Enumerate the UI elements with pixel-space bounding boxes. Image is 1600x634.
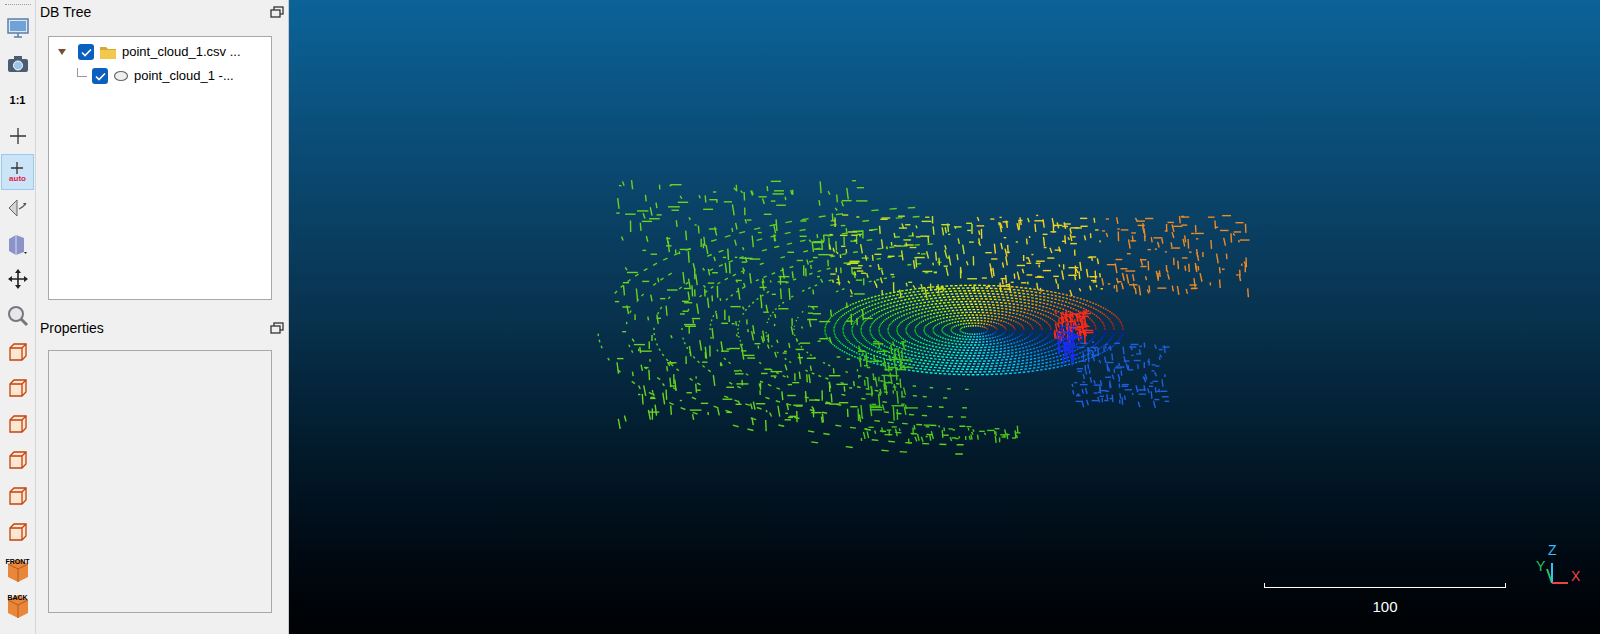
box-button[interactable] [1, 334, 34, 370]
back-view-icon: BACK [5, 590, 31, 618]
float-icon[interactable] [270, 322, 284, 334]
rotate-icon [6, 196, 30, 220]
float-icon[interactable] [270, 6, 284, 18]
box-button[interactable] [1, 514, 34, 550]
tree-branch-line [77, 68, 87, 77]
view-box-icon [6, 340, 30, 364]
visibility-checkbox[interactable] [92, 68, 108, 84]
toolbar-handle [5, 4, 31, 6]
folder-icon [99, 44, 117, 60]
properties-panel [48, 350, 272, 613]
view-box-icon [6, 448, 30, 472]
expanded-arrow-icon[interactable] [57, 47, 67, 57]
3d-view[interactable]: 100 YZX [289, 0, 1600, 634]
box-button[interactable] [1, 442, 34, 478]
cloud-icon [113, 70, 129, 82]
scale-bar: 100 [1264, 583, 1506, 619]
db-tree-header: DB Tree [36, 0, 288, 24]
zoom-button[interactable] [1, 298, 34, 334]
view-box-icon [6, 376, 30, 400]
front-view-icon: FRONT [5, 554, 31, 582]
camera-button[interactable] [1, 46, 34, 82]
camera-icon [6, 52, 30, 76]
move-button[interactable] [1, 262, 34, 298]
auto-button[interactable]: auto [1, 154, 34, 190]
visibility-checkbox[interactable] [78, 44, 94, 60]
tree-item[interactable]: point_cloud_1.csv ... [49, 40, 271, 64]
auto-pivot-icon: auto [9, 161, 26, 183]
rotate-button[interactable] [1, 190, 34, 226]
box-button[interactable] [1, 406, 34, 442]
back-button[interactable]: BACK [1, 586, 34, 622]
cloudcompare-window: 1:1 auto FRONT BACK DB Tree point_cloud_1.csv… [0, 0, 1600, 634]
display-icon [6, 16, 30, 40]
point-cloud-render[interactable] [289, 0, 1600, 634]
move-icon [6, 268, 30, 292]
side-panels: DB Treepoint_cloud_1.csv ...point_cloud_… [36, 0, 289, 634]
scale-bar-label: 100 [1372, 596, 1397, 619]
db-tree: point_cloud_1.csv ... point_cloud_1 -... [48, 36, 272, 300]
axis-label: X [1571, 569, 1580, 583]
cube-button[interactable] [1, 226, 34, 262]
cube-icon [6, 232, 30, 256]
view-box-icon [6, 484, 30, 508]
properties-header: Properties [36, 316, 288, 340]
box-button[interactable] [1, 370, 34, 406]
axes-gizmo: YZX [1534, 555, 1590, 591]
text-button[interactable]: 1:1 [1, 82, 34, 118]
tree-item-label: point_cloud_1 -... [134, 66, 234, 86]
box-button[interactable] [1, 478, 34, 514]
left-toolbar: 1:1 auto FRONT BACK [0, 0, 36, 634]
axis-label: Y [1536, 559, 1545, 573]
view-box-icon [6, 412, 30, 436]
front-button[interactable]: FRONT [1, 550, 34, 586]
tree-item-label: point_cloud_1.csv ... [122, 42, 241, 62]
zoom-icon [6, 304, 30, 328]
crosshair-icon [6, 124, 30, 148]
axis-label: Z [1548, 543, 1557, 557]
view-box-icon [6, 520, 30, 544]
display-button[interactable] [1, 10, 34, 46]
tree-item[interactable]: point_cloud_1 -... [49, 64, 271, 88]
crosshair-button[interactable] [1, 118, 34, 154]
zoom-1-1-label: 1:1 [10, 92, 26, 109]
